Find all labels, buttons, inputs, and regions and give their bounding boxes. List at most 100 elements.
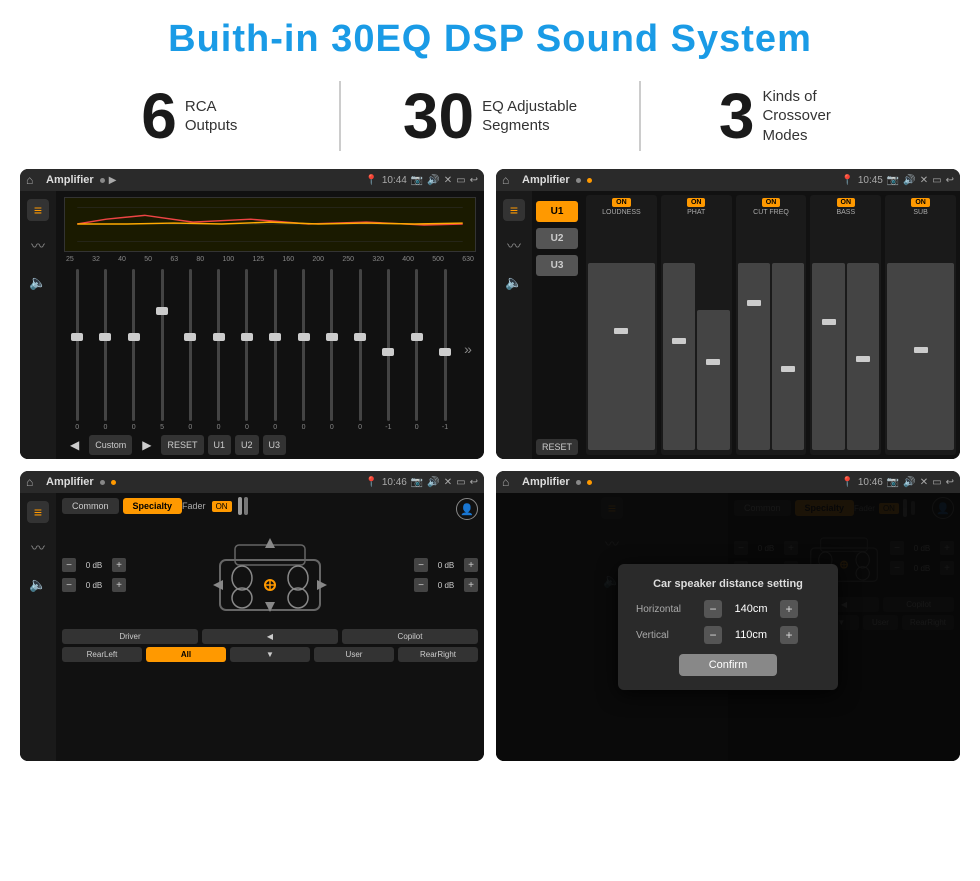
stat-crossover-label: Kinds ofCrossover Modes (762, 87, 862, 146)
all-btn[interactable]: All (146, 647, 226, 662)
vol-fr-plus[interactable]: + (464, 558, 478, 572)
speaker-icon-3[interactable]: 🔈 (27, 573, 49, 595)
minimize-icon-3: ▭ (456, 477, 465, 488)
home-icon-3[interactable]: ⌂ (26, 475, 40, 489)
tab-row-3: Common Specialty (62, 498, 182, 514)
eq-slider-14[interactable]: -1 (432, 267, 458, 431)
specialty-tab-3[interactable]: Specialty (123, 498, 183, 514)
screen-amp: ⌂ Amplifier 📍 10:45 📷 🔊 ✕ ▭ ↩ ≡ 〰 🔈 (496, 169, 960, 459)
eq-slider-1[interactable]: 0 (64, 267, 90, 431)
horizontal-plus-btn[interactable]: + (780, 600, 798, 618)
speaker-icon-2[interactable]: 🔈 (503, 271, 525, 293)
home-icon-4[interactable]: ⌂ (502, 475, 516, 489)
eq-slider-5[interactable]: 0 (177, 267, 203, 431)
confirm-button[interactable]: Confirm (679, 654, 778, 676)
horizontal-minus-btn[interactable]: − (704, 600, 722, 618)
nav-down-btn[interactable]: ▼ (230, 647, 310, 662)
speaker-icon[interactable]: 🔈 (27, 271, 49, 293)
eq-graph (64, 197, 476, 252)
status-title-4: Amplifier (522, 476, 570, 488)
u2-button-1[interactable]: U2 (235, 435, 259, 455)
phat-on[interactable]: ON (687, 198, 706, 207)
driver-btn[interactable]: Driver (62, 629, 198, 644)
bass-on[interactable]: ON (837, 198, 856, 207)
wave-icon-2[interactable]: 〰 (503, 235, 525, 257)
eq-sliders: 0 0 0 5 0 0 0 0 0 0 0 -1 0 -1 » (64, 267, 476, 431)
reset-button-2[interactable]: RESET (536, 439, 578, 455)
profile-icon-3[interactable]: 👤 (456, 498, 478, 520)
location-icon-2: 📍 (841, 175, 853, 186)
custom-preset-button[interactable]: Custom (89, 435, 132, 455)
wave-icon[interactable]: 〰 (27, 235, 49, 257)
eq-slider-11[interactable]: 0 (347, 267, 373, 431)
u1-channel-btn[interactable]: U1 (536, 201, 578, 222)
camera-icon-2: 📷 (887, 175, 899, 186)
vol-rl-plus[interactable]: + (112, 578, 126, 592)
vertical-value: 110cm (726, 629, 776, 641)
status-dot-4a (576, 480, 581, 485)
prev-button[interactable]: ◀ (64, 435, 85, 455)
eq-slider-6[interactable]: 0 (205, 267, 231, 431)
vol-rr-minus[interactable]: − (414, 578, 428, 592)
horizontal-stepper: − 140cm + (704, 600, 798, 618)
stat-eq-number: 30 (403, 84, 474, 148)
user-btn[interactable]: User (314, 647, 394, 662)
screen3-body: ≡ 〰 🔈 Common Specialty Fader ON (20, 493, 484, 761)
fader-sliders (238, 497, 248, 515)
eq-slider-8[interactable]: 0 (262, 267, 288, 431)
rearright-btn[interactable]: RearRight (398, 647, 478, 662)
eq-slider-4[interactable]: 5 (149, 267, 175, 431)
eq-slider-2[interactable]: 0 (92, 267, 118, 431)
chevron-right-icon[interactable]: » (460, 341, 476, 357)
vol-fl-minus[interactable]: − (62, 558, 76, 572)
u2-channel-btn[interactable]: U2 (536, 228, 578, 249)
eq-slider-12[interactable]: -1 (375, 267, 401, 431)
eq-slider-9[interactable]: 0 (290, 267, 316, 431)
volume-icon-3: 🔊 (427, 477, 439, 488)
u3-channel-btn[interactable]: U3 (536, 255, 578, 276)
eq-slider-13[interactable]: 0 (404, 267, 430, 431)
status-title-3: Amplifier (46, 476, 94, 488)
status-right-4: 📍 10:46 📷 🔊 ✕ ▭ ↩ (841, 477, 954, 488)
rearleft-btn[interactable]: RearLeft (62, 647, 142, 662)
vol-row-fl: − 0 dB + (62, 558, 126, 572)
eq-controls: ◀ Custom ▶ RESET U1 U2 U3 (64, 435, 476, 455)
status-dot-2a (576, 178, 581, 183)
vol-fl-plus[interactable]: + (112, 558, 126, 572)
bass-channel: ON BASS (810, 195, 881, 455)
status-dot-1 (100, 178, 105, 183)
equalizer-icon-2[interactable]: ≡ (503, 199, 525, 221)
reset-button-1[interactable]: RESET (161, 435, 203, 455)
wave-icon-3[interactable]: 〰 (27, 537, 49, 559)
vol-rr-value: 0 dB (432, 581, 460, 590)
vol-fl-value: 0 dB (80, 561, 108, 570)
equalizer-icon-3[interactable]: ≡ (27, 501, 49, 523)
horizontal-value: 140cm (726, 603, 776, 615)
home-icon-2[interactable]: ⌂ (502, 173, 516, 187)
eq-slider-3[interactable]: 0 (121, 267, 147, 431)
equalizer-icon[interactable]: ≡ (27, 199, 49, 221)
sub-on[interactable]: ON (911, 198, 930, 207)
loudness-on[interactable]: ON (612, 198, 631, 207)
side-icons-3: ≡ 〰 🔈 (20, 493, 56, 761)
eq-slider-10[interactable]: 0 (319, 267, 345, 431)
cutfreq-on[interactable]: ON (762, 198, 781, 207)
next-button[interactable]: ▶ (136, 435, 157, 455)
status-dot-3b (111, 480, 116, 485)
u1-button-1[interactable]: U1 (208, 435, 232, 455)
cutfreq-label: CUT FREQ (753, 209, 789, 216)
home-icon-1[interactable]: ⌂ (26, 173, 40, 187)
vol-fr-minus[interactable]: − (414, 558, 428, 572)
common-tab-3[interactable]: Common (62, 498, 119, 514)
vertical-label: Vertical (636, 630, 696, 641)
nav-left-btn[interactable]: ◀ (202, 629, 338, 644)
vol-rl-minus[interactable]: − (62, 578, 76, 592)
vol-rr-plus[interactable]: + (464, 578, 478, 592)
copilot-btn[interactable]: Copilot (342, 629, 478, 644)
back-icon-3: ↩ (470, 477, 478, 488)
vertical-plus-btn[interactable]: + (780, 626, 798, 644)
u3-button-1[interactable]: U3 (263, 435, 287, 455)
eq-slider-7[interactable]: 0 (234, 267, 260, 431)
play-icon-1: ▶ (109, 175, 117, 186)
vertical-minus-btn[interactable]: − (704, 626, 722, 644)
